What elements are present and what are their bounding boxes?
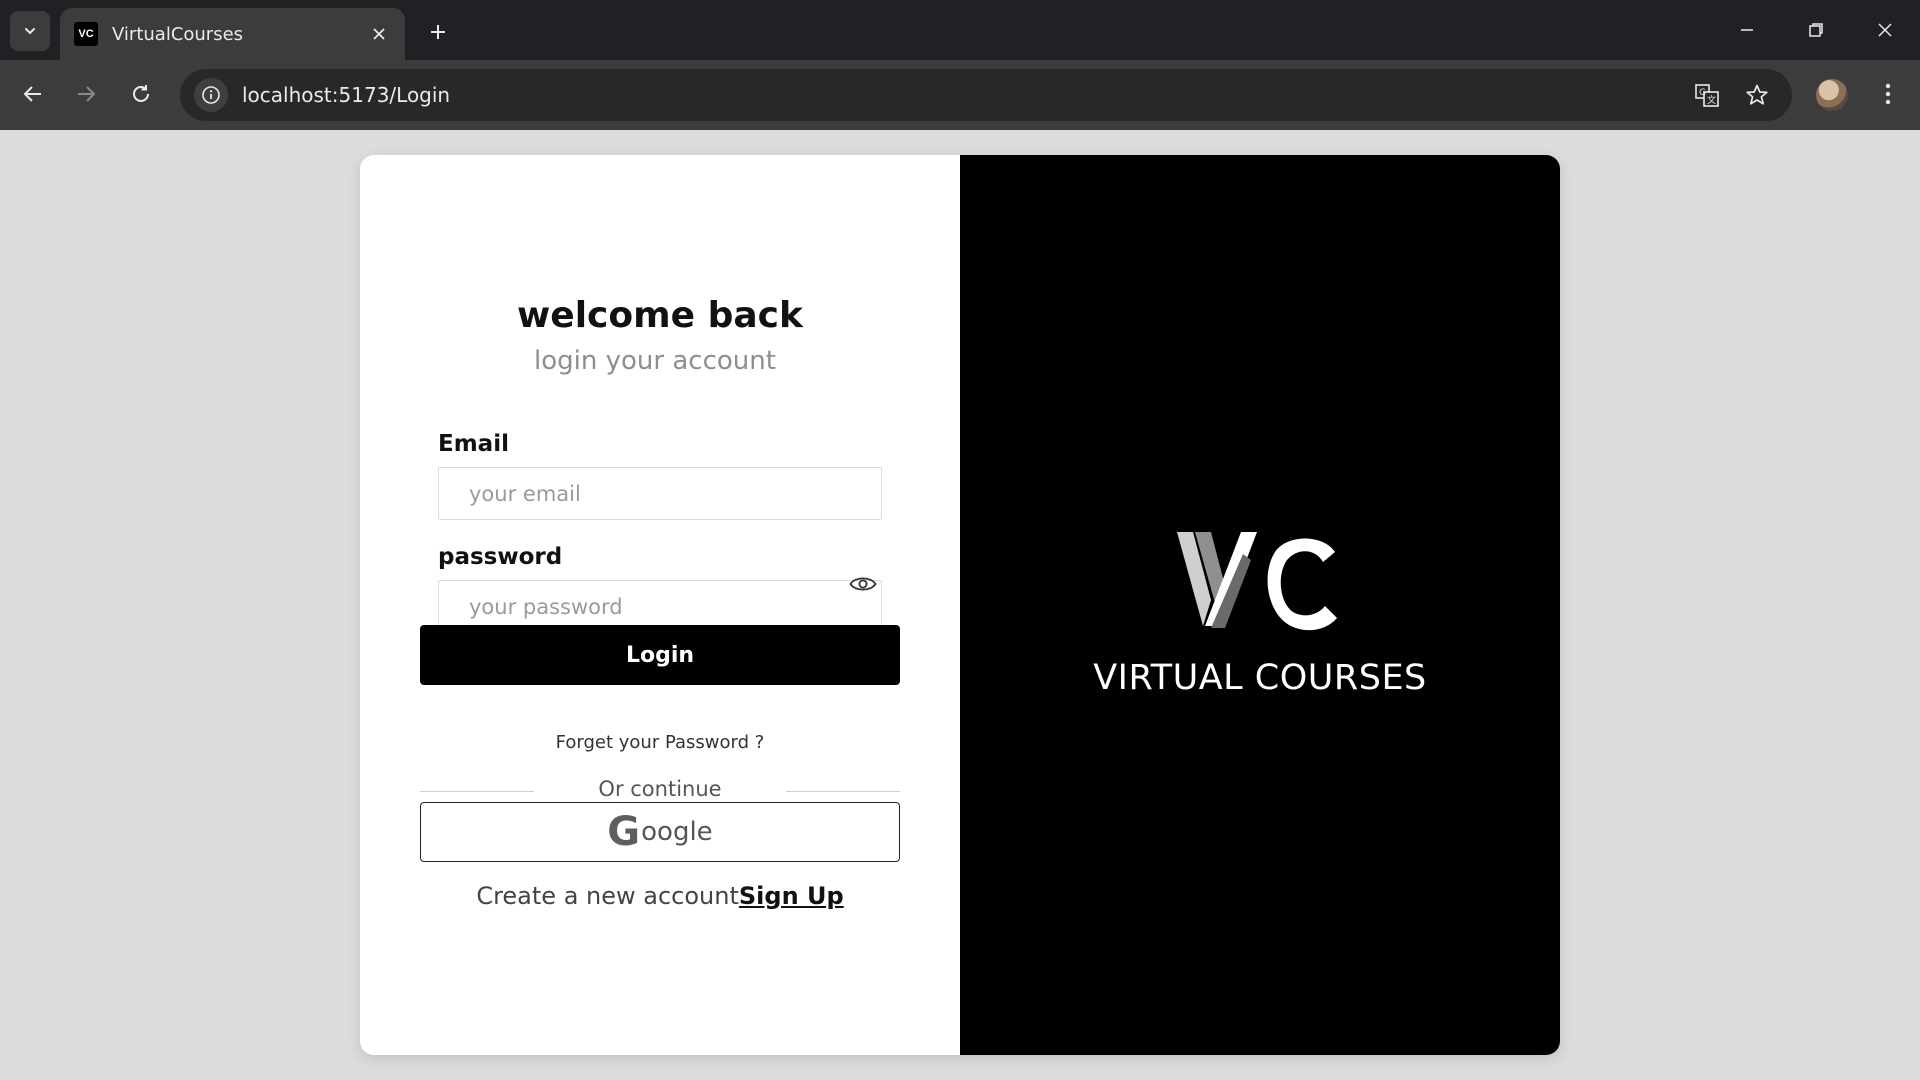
new-tab-button[interactable] (420, 14, 456, 50)
google-login-button[interactable]: G oogle (420, 802, 900, 862)
svg-text:G: G (1699, 88, 1706, 98)
tab-strip: VC VirtualCourses (0, 0, 1920, 60)
page-background: welcome back login your account Email pa… (0, 130, 1920, 1080)
tab-search-button[interactable] (10, 11, 50, 51)
back-button[interactable] (13, 74, 53, 114)
minimize-icon (1741, 29, 1753, 31)
login-form-panel: welcome back login your account Email pa… (360, 155, 960, 1055)
forward-button[interactable] (66, 74, 106, 114)
browser-tab[interactable]: VC VirtualCourses (60, 8, 405, 60)
info-icon (202, 86, 220, 104)
page-title: welcome back (517, 295, 803, 336)
google-label: oogle (641, 817, 713, 847)
restore-button[interactable] (1793, 10, 1839, 50)
login-card: welcome back login your account Email pa… (360, 155, 1560, 1055)
tab-title: VirtualCourses (112, 23, 244, 45)
arrow-left-icon (23, 86, 41, 102)
translate-button[interactable]: G文 (1690, 78, 1724, 112)
close-window-button[interactable] (1862, 10, 1908, 50)
address-bar[interactable]: localhost:5173/Login G文 (180, 69, 1792, 121)
signup-row: Create a new accountSign Up (360, 882, 960, 910)
google-g-icon: G (607, 809, 641, 855)
bookmark-button[interactable] (1740, 78, 1774, 112)
close-icon (373, 28, 385, 40)
email-field[interactable] (438, 467, 882, 520)
forgot-password-link[interactable]: Forget your Password ? (360, 732, 960, 753)
favicon-text: VC (78, 28, 94, 40)
browser-toolbar: localhost:5173/Login G文 (0, 60, 1920, 130)
or-continue-text: Or continue (598, 777, 722, 801)
brand-name: VIRTUAL COURSES (1093, 658, 1427, 698)
toggle-password-visibility-button[interactable] (848, 573, 878, 595)
divider-line-right (786, 791, 900, 792)
reload-button[interactable] (121, 74, 161, 114)
url-text: localhost:5173/Login (242, 83, 451, 107)
eye-icon (849, 577, 877, 591)
restore-icon (1809, 23, 1823, 37)
vc-logo-icon (1177, 532, 1337, 631)
reload-icon (133, 85, 149, 102)
login-button[interactable]: Login (420, 625, 900, 685)
plus-icon (431, 25, 445, 39)
minimize-button[interactable] (1724, 10, 1770, 50)
brand-panel: VIRTUAL COURSES (960, 155, 1560, 1055)
site-info-button[interactable] (194, 78, 228, 112)
favicon: VC (74, 22, 98, 46)
chevron-down-icon (25, 28, 35, 35)
password-label: password (438, 544, 563, 570)
signup-link[interactable]: Sign Up (739, 882, 844, 910)
star-icon (1746, 84, 1768, 105)
translate-icon: G文 (1695, 84, 1719, 107)
close-tab-button[interactable] (367, 22, 391, 46)
browser-chrome: VC VirtualCourses localhost:5173/Login G… (0, 0, 1920, 130)
avatar[interactable] (1816, 79, 1848, 111)
page-subtitle: login your account (534, 346, 776, 376)
arrow-right-icon (78, 86, 96, 102)
create-account-text: Create a new account (476, 882, 739, 910)
close-icon (1878, 23, 1892, 37)
browser-menu-button[interactable] (1868, 74, 1908, 114)
email-label: Email (438, 431, 509, 457)
kebab-menu-icon (1885, 83, 1891, 105)
svg-text:文: 文 (1707, 94, 1716, 106)
